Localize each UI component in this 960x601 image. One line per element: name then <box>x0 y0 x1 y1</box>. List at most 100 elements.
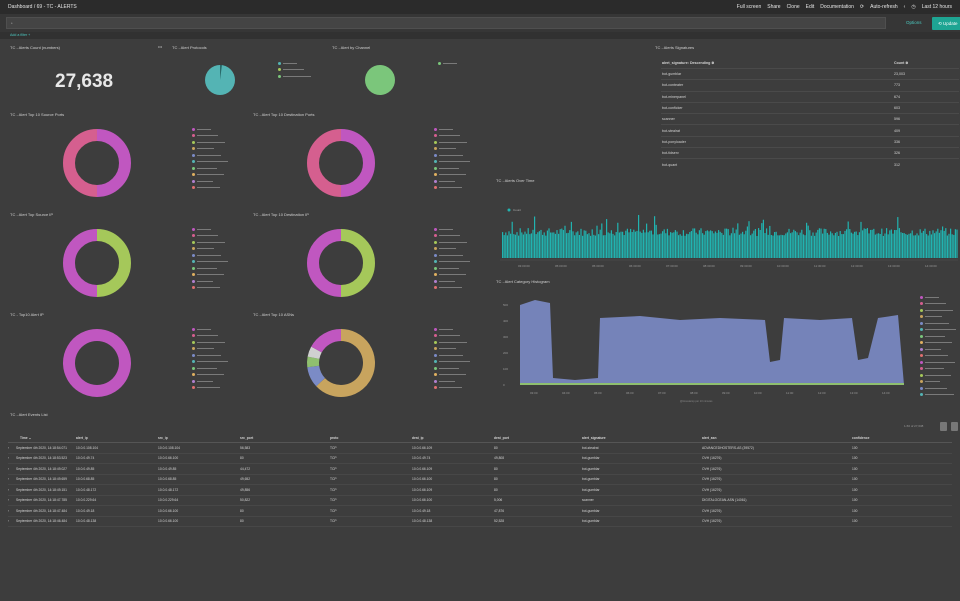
signatures-table: alert_signature: Descending ≑ Count ≑ bo… <box>661 58 959 170</box>
over-time-bar <box>778 235 780 258</box>
over-time-bar <box>842 234 844 258</box>
column-header[interactable]: alert_signature <box>582 436 702 440</box>
signature-cell[interactable]: bot-ponyloader <box>662 140 894 144</box>
legend-item[interactable] <box>438 60 457 67</box>
column-header[interactable]: dest_ip <box>412 436 494 440</box>
over-time-bar <box>554 233 556 258</box>
over-time-tick-label: 06:30:00 <box>629 264 641 268</box>
over-time-bar <box>569 230 571 258</box>
over-time-bar <box>945 228 947 258</box>
column-header[interactable]: proto <box>330 436 412 440</box>
legend-item[interactable] <box>434 285 470 292</box>
count-column-header[interactable]: Count ≑ <box>894 61 908 65</box>
table-row[interactable]: › September 4th 2020, 14:18:46.484 10.0.0.… <box>8 517 952 527</box>
over-time-bar <box>738 234 740 258</box>
signature-cell[interactable]: bot-gumblar <box>662 72 894 76</box>
column-header[interactable]: confidence <box>852 436 932 440</box>
column-header[interactable]: src_port <box>240 436 330 440</box>
legend-item[interactable] <box>192 285 228 292</box>
signature-cell[interactable]: scanner <box>662 117 894 121</box>
signature-column-header[interactable]: alert_signature: Descending ≑ <box>662 61 894 65</box>
legend-text-placeholder <box>925 329 956 331</box>
table-cell: September 4th 2020, 14:18:49.151 <box>16 487 67 492</box>
over-time-bar <box>726 228 728 258</box>
over-time-bar <box>682 230 684 258</box>
over-time-bar <box>684 235 686 258</box>
table-row[interactable]: › September 4th 2020, 14:18:54.071 10.0.0.… <box>8 443 952 454</box>
table-cell: 100 <box>852 445 858 450</box>
over-time-bar <box>660 233 662 258</box>
legend-item[interactable] <box>434 385 470 392</box>
legend-item[interactable] <box>278 73 311 80</box>
legend-text-placeholder <box>439 187 462 189</box>
over-time-bar <box>671 232 673 258</box>
legend-item[interactable] <box>192 339 228 346</box>
legend-item[interactable] <box>192 239 228 246</box>
count-cell: 312 <box>894 162 900 167</box>
over-time-bar <box>716 232 718 258</box>
src-ip-donut-slice <box>96 229 131 297</box>
signature-cell[interactable]: bot-conficker <box>662 106 894 110</box>
over-time-bar <box>705 231 707 258</box>
table-row[interactable]: › September 4th 2020, 14:18:47.484 10.0.0.… <box>8 506 952 517</box>
legend-item[interactable] <box>920 359 956 366</box>
table-row[interactable]: › September 4th 2020, 14:18:49.151 10.0.0.… <box>8 485 952 496</box>
over-time-bar <box>846 229 848 258</box>
legend-item[interactable] <box>434 239 470 246</box>
legend-item[interactable] <box>434 185 470 192</box>
prev-page-button[interactable] <box>940 422 947 431</box>
over-time-bar <box>591 229 593 258</box>
legend-item[interactable] <box>920 307 956 314</box>
legend-text-placeholder <box>197 174 224 176</box>
signature-cell[interactable]: bot-quant <box>662 163 894 167</box>
column-header[interactable]: Time ⌄ <box>8 436 76 440</box>
over-time-bar <box>598 234 600 258</box>
column-header[interactable]: alert_ip <box>76 436 158 440</box>
table-cell: bot-gumblar <box>582 487 600 492</box>
table-cell: OVH (16276) <box>702 508 722 513</box>
table-row[interactable]: › September 4th 2020, 14:18:49.659 10.0.0.… <box>8 475 952 485</box>
over-time-bar <box>647 232 649 258</box>
table-row[interactable]: › September 4th 2020, 14:18:53.523 10.0.0.… <box>8 454 952 464</box>
legend-item[interactable] <box>434 339 470 346</box>
over-time-legend-dot <box>507 208 511 212</box>
column-header[interactable]: src_ip <box>158 436 240 440</box>
column-header[interactable]: alert_asn <box>702 436 852 440</box>
legend-dot-icon <box>920 341 923 345</box>
legend-item[interactable] <box>192 385 228 392</box>
signature-cell[interactable]: bot-tidserv <box>662 151 894 155</box>
table-cell: 80 <box>240 456 244 461</box>
over-time-bar <box>898 228 900 258</box>
signature-cell[interactable]: bot-stealrat <box>662 129 894 133</box>
over-time-bar <box>746 226 748 258</box>
legend-item[interactable] <box>434 139 470 146</box>
over-time-bar <box>892 233 894 258</box>
over-time-bar <box>566 233 568 258</box>
over-time-bar <box>532 229 534 258</box>
over-time-bar <box>908 233 910 258</box>
legend-item[interactable] <box>192 185 228 192</box>
over-time-bar <box>953 234 955 258</box>
table-row[interactable]: › September 4th 2020, 14:18:49.027 10.0.0.… <box>8 464 952 475</box>
legend-item[interactable] <box>920 372 956 379</box>
signature-cell[interactable]: bot-conteater <box>662 83 894 87</box>
table-row[interactable]: › September 4th 2020, 14:18:47.785 10.0.0.… <box>8 496 952 506</box>
next-page-button[interactable] <box>951 422 958 431</box>
over-time-bar <box>630 228 632 258</box>
legend-text-placeholder <box>197 341 225 343</box>
signature-cell[interactable]: bot-minerpanel <box>662 95 894 99</box>
table-cell: 100 <box>852 487 858 492</box>
legend-item[interactable] <box>920 392 956 399</box>
legend-dot-icon <box>192 260 195 264</box>
src-ports-donut-slice <box>96 129 131 197</box>
legend-item[interactable] <box>192 139 228 146</box>
over-time-bar <box>780 234 782 258</box>
legend-text-placeholder <box>197 274 224 276</box>
over-time-bar <box>580 228 582 258</box>
column-header[interactable]: dest_port <box>494 436 582 440</box>
legend-text-placeholder <box>925 368 944 370</box>
legend-text-placeholder <box>925 309 953 311</box>
legend-dot-icon <box>434 379 437 383</box>
table-cell: 80 <box>494 477 498 482</box>
alert-ip-donut-slice <box>63 329 131 397</box>
